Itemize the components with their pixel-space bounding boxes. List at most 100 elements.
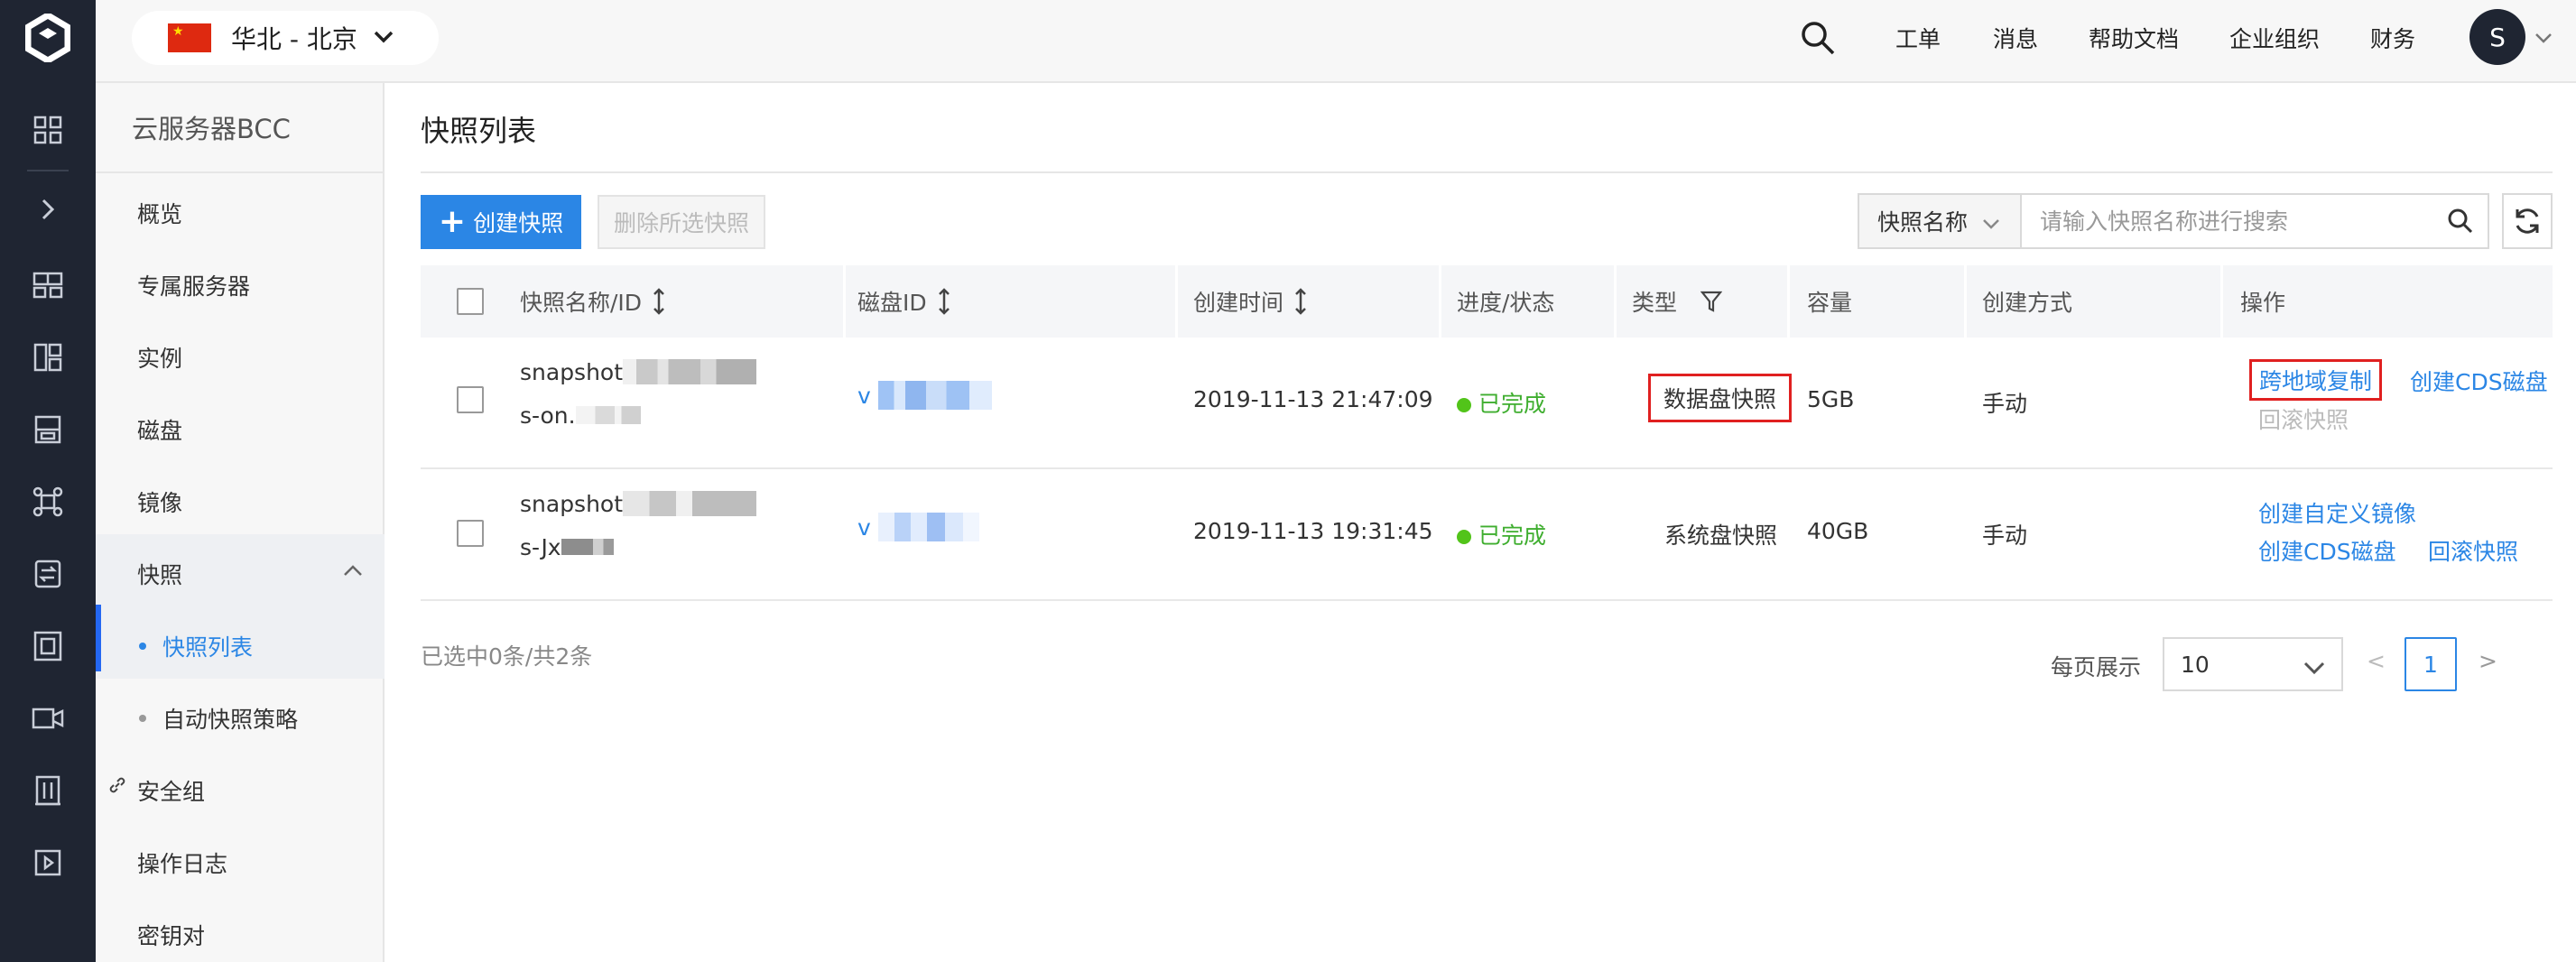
redacted-mask	[623, 491, 757, 516]
snapshot-id: s-on.	[520, 402, 641, 429]
status-dot-icon	[1457, 530, 1471, 544]
disk-id-link[interactable]: v	[857, 513, 979, 543]
prev-page-button[interactable]: <	[2367, 648, 2386, 674]
snapshot-size: 5GB	[1807, 386, 1855, 412]
page-title: 快照列表	[421, 114, 537, 148]
column-separator	[1614, 265, 1617, 338]
sidebar-item-label: 自动快照策略	[162, 707, 299, 733]
rollback-snapshot-link[interactable]: 回滚快照	[2258, 402, 2349, 435]
column-label: 类型	[1632, 290, 1678, 316]
sidebar-item-operation-log[interactable]: 操作日志	[137, 846, 227, 879]
region-selector[interactable]: 华北 - 北京	[132, 11, 439, 65]
grid-icon[interactable]	[0, 103, 96, 157]
delete-selected-button[interactable]: 删除所选快照	[598, 195, 765, 249]
row-checkbox[interactable]	[457, 520, 484, 547]
create-method: 手动	[1982, 391, 2028, 417]
snapshot-id: s-Jx	[520, 534, 614, 560]
col-type[interactable]: 类型	[1632, 265, 1723, 338]
database-icon[interactable]	[0, 619, 96, 673]
redacted-mask	[575, 406, 641, 424]
sidebar-item-security-group[interactable]: 安全组	[137, 774, 205, 807]
refresh-button[interactable]	[2502, 193, 2553, 249]
per-page-select[interactable]: 10	[2163, 637, 2343, 691]
sidebar-item-snapshot-list[interactable]: 快照列表	[139, 630, 253, 662]
avatar[interactable]: S	[2469, 9, 2525, 65]
column-label: 磁盘ID	[857, 290, 927, 316]
sidebar-item-image[interactable]: 镜像	[137, 486, 182, 518]
create-custom-image-link[interactable]: 创建自定义镜像	[2258, 496, 2416, 529]
cell-text: snapshot	[520, 491, 624, 517]
sidebar-item-keypair[interactable]: 密钥对	[137, 919, 205, 951]
bullet-icon	[139, 715, 146, 722]
cell-text: s-Jx	[520, 534, 561, 560]
page-1-button[interactable]: 1	[2405, 637, 2457, 691]
created-time: 2019-11-13 19:31:45	[1193, 518, 1433, 544]
status-dot-icon	[1457, 398, 1471, 412]
table-row: snapshot s-on. v 2019-11-13 21:47:09 已完成…	[421, 338, 2553, 469]
col-size: 容量	[1807, 290, 1853, 316]
column-label: 快照名称/ID	[520, 290, 643, 316]
snapshot-name[interactable]: snapshot	[520, 491, 757, 518]
create-cds-disk-link[interactable]: 创建CDS磁盘	[2410, 365, 2548, 397]
rollback-snapshot-link[interactable]: 回滚快照	[2428, 534, 2518, 567]
redacted-mask	[623, 359, 757, 384]
network-icon[interactable]	[0, 475, 96, 529]
cross-region-copy-link[interactable]: 跨地域复制	[2249, 359, 2383, 401]
sidebar-item-auto-snapshot[interactable]: 自动快照策略	[139, 702, 298, 735]
filter-icon[interactable]	[1700, 290, 1723, 313]
column-separator	[843, 265, 846, 338]
status-badge: 已完成	[1457, 518, 1546, 550]
nav-messages[interactable]: 消息	[1993, 0, 2038, 76]
logo-icon[interactable]	[0, 0, 96, 76]
chevron-down-icon	[2303, 655, 2325, 681]
sidebar-item-dedicated-server[interactable]: 专属服务器	[137, 269, 250, 301]
sidebar-item-label: 快照列表	[162, 634, 254, 661]
cell-text: snapshot	[520, 359, 624, 385]
main-content: 快照列表 + 创建快照 删除所选快照 快照名称 快照名称/ID 磁盘ID	[386, 83, 2576, 962]
disk-id-link[interactable]: v	[857, 381, 992, 412]
create-snapshot-button[interactable]: + 创建快照	[421, 195, 581, 249]
chevron-up-icon[interactable]	[343, 563, 363, 580]
apps-icon[interactable]	[0, 330, 96, 384]
next-page-button[interactable]: >	[2479, 648, 2497, 674]
column-separator	[1439, 265, 1441, 338]
search-icon[interactable]	[1800, 0, 1836, 76]
nav-tickets[interactable]: 工单	[1895, 0, 1941, 76]
row-checkbox[interactable]	[457, 386, 484, 413]
nav-organization[interactable]: 企业组织	[2229, 0, 2320, 76]
sidebar-item-disk[interactable]: 磁盘	[137, 413, 182, 446]
nav-help-docs[interactable]: 帮助文档	[2089, 0, 2179, 76]
snapshot-name[interactable]: snapshot	[520, 359, 757, 386]
link-icon	[107, 774, 128, 800]
video-icon[interactable]	[0, 691, 96, 745]
nav-finance[interactable]: 财务	[2370, 0, 2415, 76]
create-method: 手动	[1982, 523, 2028, 549]
table-row: snapshot s-Jx v 2019-11-13 19:31:45 已完成 …	[421, 469, 2553, 601]
play-icon[interactable]	[0, 836, 96, 890]
search-input[interactable]	[2022, 195, 2433, 247]
chevron-down-icon[interactable]	[2534, 0, 2553, 76]
transfer-icon[interactable]	[0, 547, 96, 601]
select-all-checkbox[interactable]	[457, 265, 484, 338]
col-name[interactable]: 快照名称/ID	[520, 265, 665, 338]
sidebar-item-overview[interactable]: 概览	[137, 197, 182, 229]
selection-summary: 已选中0条/共2条	[421, 643, 593, 670]
table-header: 快照名称/ID 磁盘ID 创建时间 进度/状态 类型 容量 创建方式 操作	[421, 265, 2553, 338]
col-created-time[interactable]: 创建时间	[1193, 265, 1307, 338]
snapshot-type: 数据盘快照	[1648, 374, 1793, 422]
search-icon[interactable]	[2433, 195, 2488, 247]
service-sidebar: 云服务器BCC 概览 专属服务器 实例 磁盘 镜像 快照 快照列表 自动快照策略…	[96, 83, 385, 962]
search-box: 快照名称	[1858, 193, 2489, 249]
status-badge: 已完成	[1457, 386, 1546, 419]
icon-rail	[0, 0, 96, 962]
search-field-select[interactable]: 快照名称	[1859, 195, 2022, 247]
sidebar-item-snapshot[interactable]: 快照	[137, 558, 182, 590]
building-icon[interactable]	[0, 763, 96, 818]
active-indicator	[96, 605, 101, 671]
storage-icon[interactable]	[0, 402, 96, 457]
col-disk-id[interactable]: 磁盘ID	[857, 265, 950, 338]
sidebar-item-instance[interactable]: 实例	[137, 341, 182, 374]
dashboard-icon[interactable]	[0, 258, 96, 312]
expand-icon[interactable]	[0, 182, 96, 236]
create-cds-disk-link[interactable]: 创建CDS磁盘	[2258, 534, 2396, 567]
